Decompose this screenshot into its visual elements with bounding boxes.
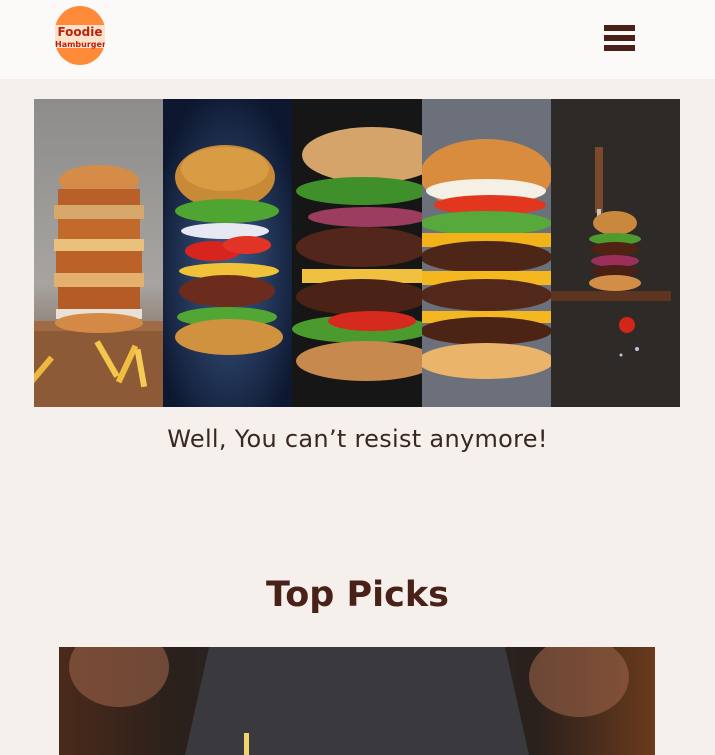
hero-burger-collage (34, 99, 680, 407)
logo-line-2: Hamburger (55, 40, 105, 49)
site-header: Foodie Hamburger (0, 0, 715, 79)
top-pick-chef-image (59, 647, 655, 755)
hero-tagline: Well, You can’t resist anymore! (167, 425, 548, 453)
hero-panel-lettuce-burger (292, 99, 422, 407)
hero-panel-floating-burger (163, 99, 293, 407)
hero-panel-chicken-burger-stack (34, 99, 164, 407)
hero-panel-burger-with-knife (550, 99, 680, 407)
foodie-hamburger-logo[interactable]: Foodie Hamburger (55, 6, 105, 65)
logo-line-1: Foodie (57, 25, 103, 39)
hamburger-menu-icon[interactable] (604, 25, 636, 52)
top-picks-heading: Top Picks (265, 575, 449, 615)
hero-panel-double-cheeseburger (421, 99, 551, 407)
